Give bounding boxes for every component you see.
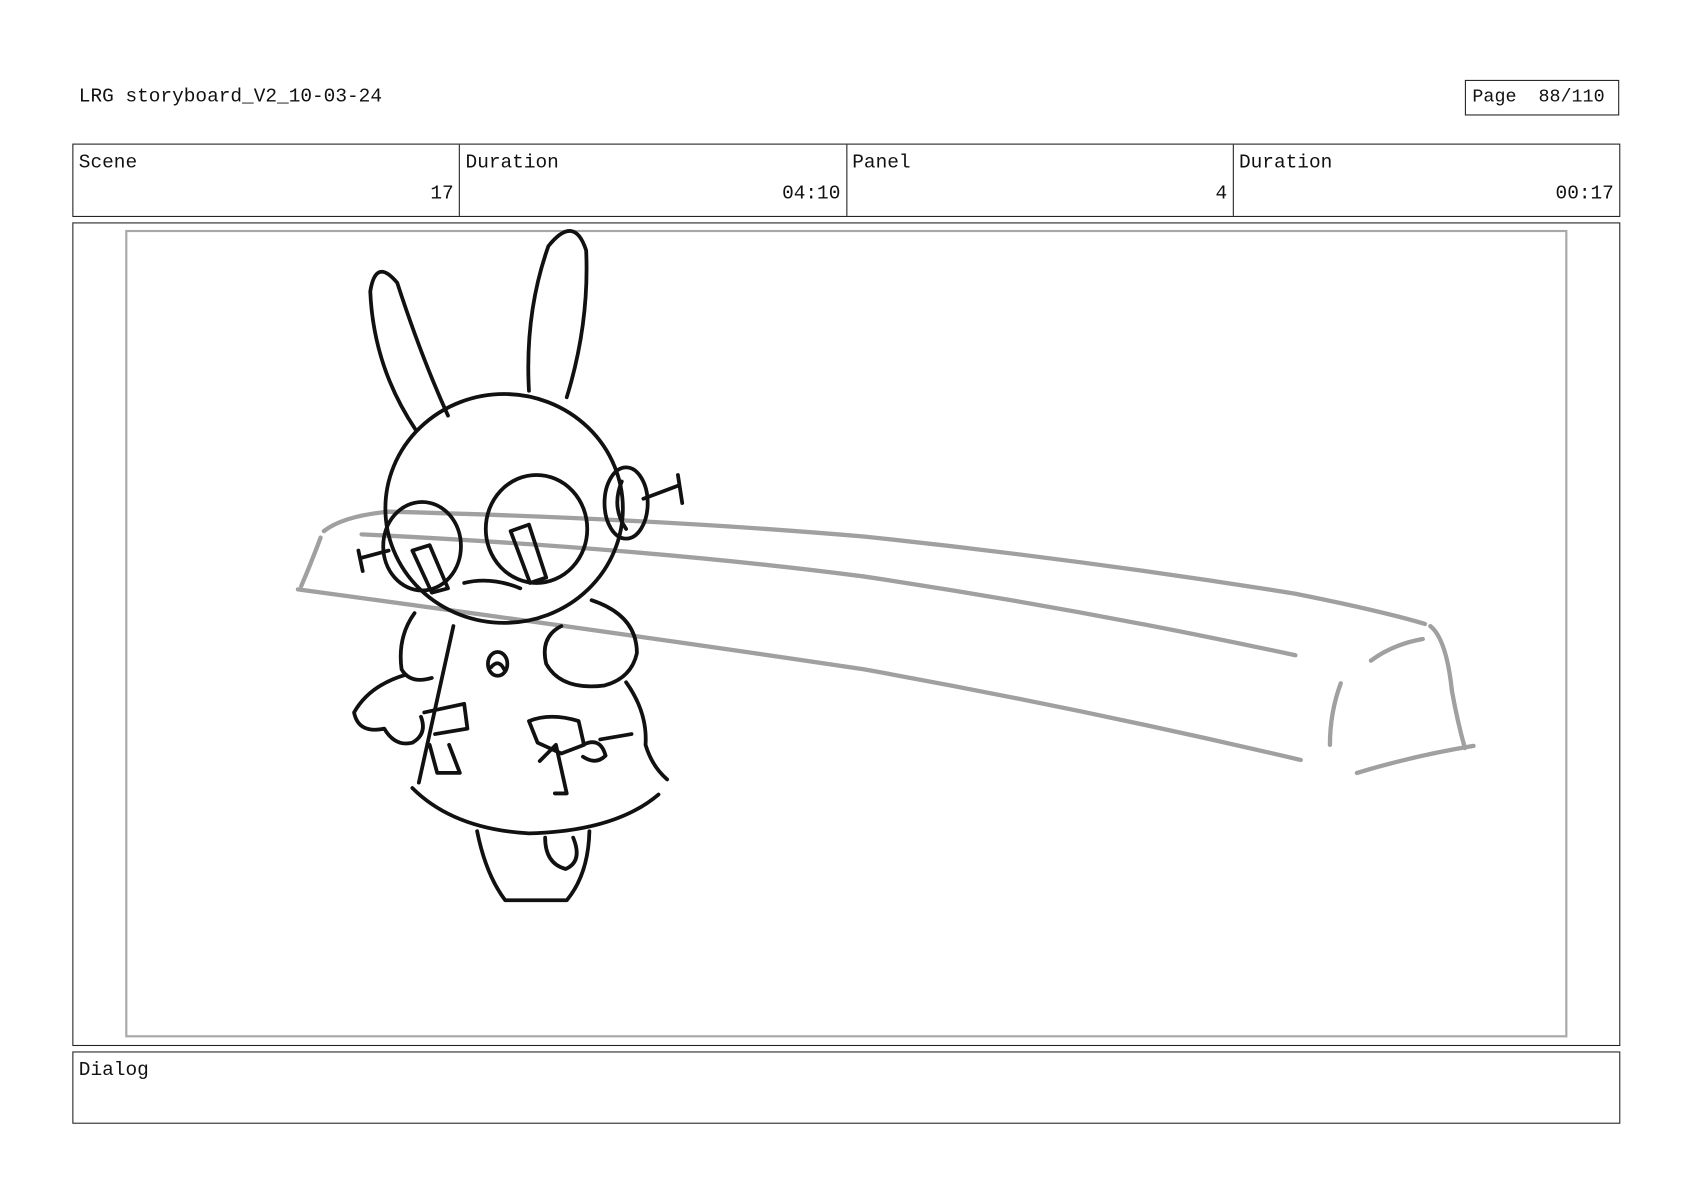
panel-cell: Panel 4: [845, 144, 1233, 216]
panel-label: Panel: [852, 152, 911, 174]
panel-duration-value: 00:17: [1555, 183, 1614, 206]
camera-frame: [125, 229, 1568, 1038]
panel-duration-label: Duration: [1238, 152, 1333, 174]
scene-duration-label: Duration: [465, 152, 559, 174]
page-indicator: Page 88/110: [1464, 79, 1620, 116]
scene-label: Scene: [78, 152, 138, 174]
panel-value: 4: [1215, 183, 1228, 206]
scene-cell: Scene 17: [73, 145, 459, 216]
page-number: 88/110: [1538, 87, 1605, 108]
storyboard-page: LRG storyboard_V2_10-03-24 Page 88/110 S…: [0, 0, 1684, 1190]
dialog-box: Dialog: [72, 1051, 1621, 1124]
page-label: Page: [1472, 87, 1517, 108]
scene-duration-value: 04:10: [782, 183, 841, 206]
dialog-label: Dialog: [78, 1060, 149, 1082]
scene-duration-cell: Duration 04:10: [459, 144, 846, 216]
scene-value: 17: [430, 183, 454, 206]
panel-info-table: Scene 17 Duration 04:10 Panel 4 Duration…: [72, 143, 1621, 217]
document-title: LRG storyboard_V2_10-03-24: [78, 86, 382, 108]
panel-duration-cell: Duration 00:17: [1232, 144, 1620, 216]
